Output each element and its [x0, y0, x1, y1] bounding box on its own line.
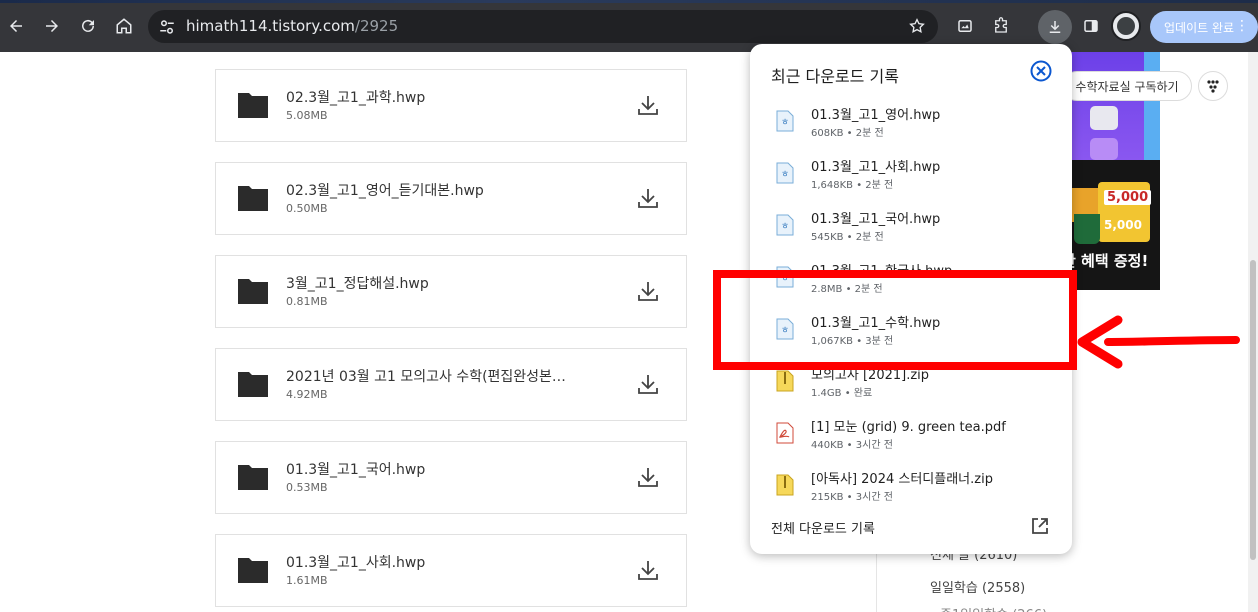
browser-toolbar: himath114.tistory.com/2925 업데이트 완료 ⋮	[0, 0, 1258, 52]
open-external-icon[interactable]	[1030, 516, 1050, 536]
side-panel-icon[interactable]	[1077, 12, 1105, 40]
tab-strip-edge	[0, 0, 1258, 3]
download-icon[interactable]	[1038, 10, 1072, 44]
coffee-cup-icon	[1074, 214, 1100, 244]
ad-coupon-value: 5,000	[1104, 218, 1142, 232]
download-icon[interactable]	[636, 93, 660, 117]
svg-text:ㅎ: ㅎ	[781, 118, 789, 128]
file-name: 01.3월_고1_사회.hwp	[286, 555, 426, 571]
site-settings-icon[interactable]	[158, 18, 176, 36]
subscribe-button[interactable]: 수학자료실 구독하기	[1062, 71, 1192, 101]
annotation-highlight-box	[713, 270, 1077, 370]
url-path: /2925	[354, 17, 399, 35]
download-icon[interactable]	[636, 279, 660, 303]
folder-icon	[238, 372, 268, 397]
file-size: 4.92MB	[286, 388, 328, 401]
download-item-name: 01.3월_고1_국어.hwp	[811, 212, 941, 227]
file-attachment[interactable]: 3월_고1_정답해설.hwp 0.81MB	[215, 255, 687, 328]
file-attachment[interactable]: 02.3월_고1_영어_듣기대본.hwp 0.50MB	[215, 162, 687, 235]
download-item[interactable]: ㅎ 01.3월_고1_영어.hwp 608KB • 2분 전	[750, 104, 1072, 156]
file-size: 5.08MB	[286, 109, 328, 122]
svg-text:ㅎ: ㅎ	[781, 222, 789, 232]
media-icon[interactable]	[951, 12, 979, 40]
close-icon[interactable]	[1030, 60, 1052, 82]
ad-coupon-value: 5,000	[1104, 190, 1152, 205]
all-downloads-link[interactable]: 전체 다운로드 기록	[771, 518, 875, 537]
pdf-file-icon	[776, 422, 794, 444]
hwp-file-icon: ㅎ	[776, 110, 794, 132]
ad-key-graphic	[1090, 138, 1118, 160]
more-vert-icon[interactable]: ⋮	[1235, 18, 1249, 34]
avatar-icon	[1117, 17, 1135, 35]
folder-icon	[238, 93, 268, 118]
ad-key-graphic	[1090, 106, 1118, 130]
download-item-meta: 440KB • 3시간 전	[811, 440, 893, 451]
download-item[interactable]: ㅎ 01.3월_고1_사회.hwp 1,648KB • 2분 전	[750, 156, 1072, 208]
update-button[interactable]: 업데이트 완료 ⋮	[1150, 11, 1258, 43]
update-button-label: 업데이트 완료	[1164, 20, 1235, 35]
file-size: 1.61MB	[286, 574, 328, 587]
back-arrow-icon[interactable]	[2, 12, 30, 40]
download-item-meta: 1,648KB • 2분 전	[811, 180, 894, 191]
subscribe-button-label: 수학자료실 구독하기	[1075, 79, 1179, 94]
dots-grid-icon	[1207, 80, 1219, 93]
hwp-file-icon: ㅎ	[776, 214, 794, 236]
downloads-panel-title: 최근 다운로드 기록	[771, 67, 899, 86]
file-attachment[interactable]: 2021년 03월 고1 모의고사 수학(편집완성본… 4.92MB	[215, 348, 687, 421]
annotation-arrow-icon	[1077, 315, 1240, 369]
file-name: 3월_고1_정답해설.hwp	[286, 276, 429, 292]
zip-file-icon	[776, 474, 794, 496]
download-item-meta: 608KB • 2분 전	[811, 128, 884, 139]
file-name: 02.3월_고1_영어_듣기대본.hwp	[286, 183, 484, 199]
file-size: 0.81MB	[286, 295, 328, 308]
download-item-name: [1] 모눈 (grid) 9. green tea.pdf	[811, 420, 1006, 435]
zip-file-icon	[776, 370, 794, 392]
file-attachment[interactable]: 02.3월_고1_과학.hwp 5.08MB	[215, 69, 687, 142]
file-attachment[interactable]: 01.3월_고1_국어.hwp 0.53MB	[215, 441, 687, 514]
category-link[interactable]: 중1일일학습 (266)	[940, 604, 1047, 612]
file-size: 0.50MB	[286, 202, 328, 215]
hwp-file-icon: ㅎ	[776, 162, 794, 184]
download-icon[interactable]	[636, 465, 660, 489]
page-scrollbar[interactable]	[1248, 52, 1258, 612]
url-text: himath114.tistory.com/2925	[186, 17, 398, 35]
file-name: 2021년 03월 고1 모의고사 수학(편집완성본…	[286, 369, 566, 385]
download-icon[interactable]	[636, 372, 660, 396]
url-host: himath114.tistory.com	[186, 17, 355, 35]
category-link[interactable]: 일일학습 (2558)	[930, 577, 1025, 596]
download-icon[interactable]	[636, 186, 660, 210]
download-item[interactable]: [1] 모눈 (grid) 9. green tea.pdf 440KB • 3…	[750, 416, 1072, 468]
reload-icon[interactable]	[74, 12, 102, 40]
home-icon[interactable]	[110, 12, 138, 40]
file-attachment[interactable]: 01.3월_고1_사회.hwp 1.61MB	[215, 534, 687, 607]
download-item-meta: 1.4GB • 완료	[811, 388, 873, 399]
download-item-name: 01.3월_고1_영어.hwp	[811, 108, 941, 123]
ad-slogan: 한 혜택 증정!	[1062, 252, 1149, 270]
folder-icon	[238, 465, 268, 490]
forward-arrow-icon[interactable]	[38, 12, 66, 40]
profile-avatar[interactable]	[1111, 11, 1141, 41]
scrollbar-thumb[interactable]	[1250, 260, 1256, 560]
download-item-name: 01.3월_고1_사회.hwp	[811, 160, 941, 175]
download-item[interactable]: ㅎ 01.3월_고1_국어.hwp 545KB • 2분 전	[750, 208, 1072, 260]
more-options-button[interactable]	[1198, 71, 1228, 101]
svg-text:ㅎ: ㅎ	[781, 170, 789, 180]
folder-icon	[238, 279, 268, 304]
download-item-name: [아독사] 2024 스터디플래너.zip	[811, 472, 993, 487]
download-item[interactable]: 모의고사 [2021].zip 1.4GB • 완료	[750, 364, 1072, 416]
download-icon[interactable]	[636, 558, 660, 582]
download-item-meta: 215KB • 3시간 전	[811, 492, 893, 503]
star-icon[interactable]	[908, 17, 926, 35]
download-item-meta: 545KB • 2분 전	[811, 232, 884, 243]
ad-banner-top[interactable]	[1060, 52, 1160, 160]
folder-icon	[238, 558, 268, 583]
address-bar[interactable]: himath114.tistory.com/2925	[148, 10, 938, 43]
ad-strip	[1144, 52, 1160, 160]
file-name: 01.3월_고1_국어.hwp	[286, 462, 426, 478]
file-name: 02.3월_고1_과학.hwp	[286, 90, 426, 106]
folder-icon	[238, 186, 268, 211]
download-item[interactable]: [아독사] 2024 스터디플래너.zip 215KB • 3시간 전	[750, 468, 1072, 520]
puzzle-icon[interactable]	[987, 12, 1015, 40]
file-size: 0.53MB	[286, 481, 328, 494]
